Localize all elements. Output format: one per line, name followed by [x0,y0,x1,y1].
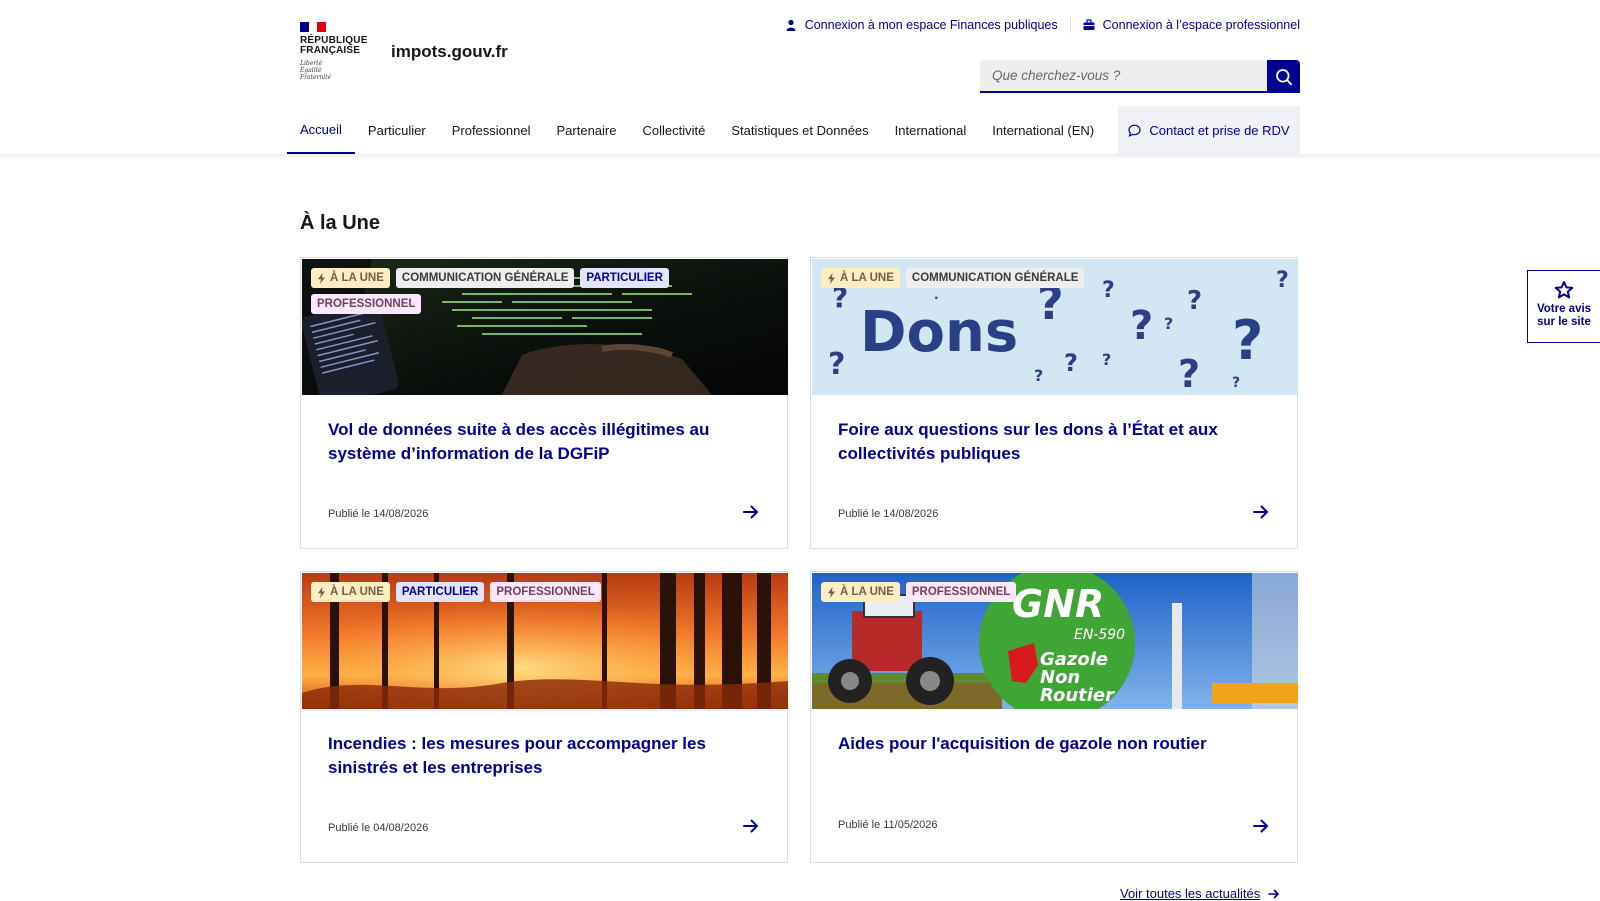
nav-item-accueil[interactable]: Accueil [287,106,355,154]
feedback-tab[interactable]: Votre avis sur le site [1527,270,1600,343]
svg-text:?: ? [1232,309,1263,372]
svg-text:?: ? [1064,349,1078,377]
card-badges: À LA UNE COMMUNICATION GÉNÉRALE [821,268,1221,288]
search-icon [1275,68,1292,85]
user-icon [786,19,796,31]
news-card-incendies[interactable]: À LA UNE PARTICULIER PROFESSIONNEL Incen… [300,571,788,863]
badge-a-la-une: À LA UNE [821,268,900,288]
feedback-line-2: sur le site [1537,316,1591,328]
card-date: Publié le 04/08/2026 [328,822,429,834]
badge-professionnel: PROFESSIONNEL [905,582,1017,602]
top-links-divider [1069,17,1071,33]
devise: Liberté Égalité Fraternité [300,60,380,81]
lightning-icon [828,272,835,284]
devise-fraternite: Fraternité [300,74,332,81]
badge-communication: COMMUNICATION GÉNÉRALE [905,268,1085,288]
search-input[interactable] [980,60,1267,93]
arrow-right-icon [1253,819,1268,833]
nav-item-statistiques[interactable]: Statistiques et Données [718,106,881,154]
badge-label: À LA UNE [330,272,384,284]
badge-label: À LA UNE [840,272,894,284]
nav-item-international-en[interactable]: International (EN) [979,106,1107,154]
card-badges: À LA UNE COMMUNICATION GÉNÉRALE PARTICUL… [311,268,711,314]
login-finances-label: Connexion à mon espace Finances publique… [804,18,1058,32]
svg-text:?: ? [828,347,845,382]
main-navigation: Accueil Particulier Professionnel Parten… [0,106,1600,154]
card-title[interactable]: Vol de données suite à des accès illégit… [328,418,748,466]
arrow-right-icon [743,505,758,519]
card-title[interactable]: Foire aux questions sur les dons à l’Éta… [838,418,1258,466]
nav-item-collectivite[interactable]: Collectivité [629,106,718,154]
nav-item-professionnel[interactable]: Professionnel [439,106,544,154]
chat-icon [1128,124,1142,137]
arrow-right-icon [743,819,758,833]
lightning-icon [318,586,325,598]
card-date: Publié le 11/05/2026 [838,819,938,831]
svg-text:?: ? [1276,268,1289,293]
svg-text:?: ? [1178,352,1200,395]
badge-professionnel: PROFESSIONNEL [311,294,422,314]
card-date: Publié le 14/08/2026 [838,508,939,520]
badge-communication: COMMUNICATION GÉNÉRALE [395,268,575,288]
search-bar [980,60,1300,93]
card-title[interactable]: Aides pour l'acquisition de gazole non r… [838,732,1258,756]
feedback-line-1: Votre avis [1536,303,1592,315]
nav-items: Accueil Particulier Professionnel Parten… [287,106,1107,154]
french-flag-icon [300,22,327,34]
devise-egalite: Égalité [300,67,322,74]
login-pro-link[interactable]: Connexion à l’espace professionnel [1083,18,1300,32]
search-button[interactable] [1267,60,1300,93]
arrow-right-icon [1268,889,1280,898]
image-text-en590: EN-590 [1074,627,1125,643]
star-icon [1554,281,1574,299]
nav-item-international[interactable]: International [882,106,980,154]
badge-particulier: PARTICULIER [395,582,485,602]
svg-text:?: ? [1102,350,1111,369]
news-card-data-breach[interactable]: À LA UNE COMMUNICATION GÉNÉRALE PARTICUL… [300,257,788,549]
see-all-label: Voir toutes les actualités [1120,886,1261,901]
svg-text:?: ? [1034,366,1043,385]
site-name[interactable]: impots.gouv.fr [391,42,508,62]
card-title[interactable]: Incendies : les mesures pour accompagner… [328,732,748,780]
devise-liberte: Liberté [300,60,323,67]
badge-a-la-une: À LA UNE [311,582,390,602]
badge-particulier: PARTICULIER [580,268,669,288]
top-links: Connexion à mon espace Finances publique… [785,17,1300,33]
contact-rdv-button[interactable]: Contact et prise de RDV [1118,106,1300,154]
image-text-dons: Dons [860,300,1018,365]
nav-item-partenaire[interactable]: Partenaire [544,106,630,154]
briefcase-icon [1083,19,1095,30]
arrow-right-icon [1253,505,1268,519]
login-finances-link[interactable]: Connexion à mon espace Finances publique… [785,18,1058,32]
news-card-gnr[interactable]: GNR EN-590 Gazole Non Routier À LA UNE P… [810,571,1298,863]
badge-professionnel: PROFESSIONNEL [490,582,601,602]
nav-item-particulier[interactable]: Particulier [355,106,439,154]
contact-rdv-label: Contact et prise de RDV [1149,122,1290,138]
svg-text:?: ? [1232,375,1240,391]
news-card-dons[interactable]: ? ? . ? ? ? ? ? ? ? ? ? ? ? ? Dons À LA … [810,257,1298,549]
section-title: À la Une [300,212,381,234]
badge-a-la-une: À LA UNE [311,268,390,288]
card-badges: À LA UNE PROFESSIONNEL [821,582,1221,602]
card-badges: À LA UNE PARTICULIER PROFESSIONNEL [311,582,711,602]
svg-text:?: ? [1130,303,1153,349]
badge-a-la-une: À LA UNE [821,582,900,602]
badge-label: À LA UNE [330,586,384,598]
see-all-news-link[interactable]: Voir toutes les actualités [1120,886,1280,901]
logo-text: RÉPUBLIQUE FRANÇAISE [300,36,380,56]
badge-label: À LA UNE [840,586,894,598]
image-text-routier: Routier [1040,685,1115,706]
svg-text:?: ? [1164,314,1173,333]
lightning-icon [318,272,325,284]
card-date: Publié le 14/08/2026 [328,508,429,520]
login-pro-label: Connexion à l’espace professionnel [1102,18,1300,32]
site-header: RÉPUBLIQUE FRANÇAISE Liberté Égalité Fra… [0,0,1600,107]
svg-text:?: ? [1187,286,1202,316]
logo-line-2: FRANÇAISE [300,45,361,56]
lightning-icon [828,586,835,598]
republique-francaise-logo[interactable]: RÉPUBLIQUE FRANÇAISE Liberté Égalité Fra… [300,22,380,86]
